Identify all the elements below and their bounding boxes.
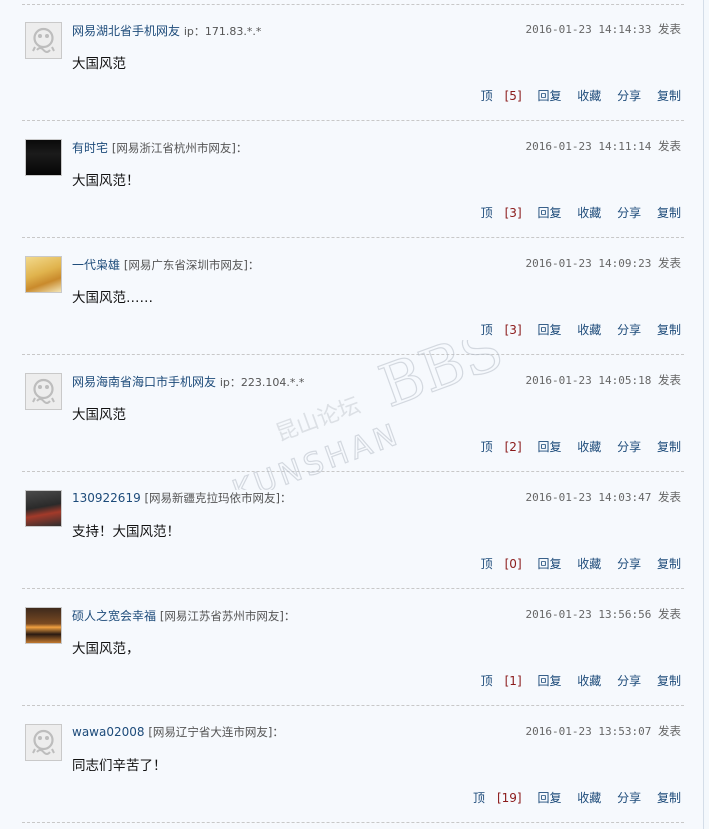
copy-button[interactable]: 复制 (657, 791, 681, 805)
reply-button[interactable]: 回复 (537, 89, 561, 103)
default-avatar-icon (26, 23, 61, 58)
avatar[interactable] (25, 139, 62, 176)
vote-button[interactable]: 顶 [2] (469, 440, 522, 454)
comment-author-line: wawa02008 [网易辽宁省大连市网友]： (72, 724, 284, 740)
comment-divider (22, 822, 684, 823)
comment-actions: 顶 [5] 回复 收藏 分享 复制 (457, 87, 681, 104)
share-button[interactable]: 分享 (617, 206, 641, 220)
post-time: 2016-01-23 14:11:14 发表 (525, 139, 681, 153)
comment-actions: 顶 [2] 回复 收藏 分享 复制 (457, 438, 681, 455)
post-time: 2016-01-23 14:09:23 发表 (525, 256, 681, 270)
favorite-button[interactable]: 收藏 (577, 674, 601, 688)
author-location: [网易浙江省杭州市网友]： (111, 141, 248, 155)
comment-author-line: 网易海南省海口市手机网友 ip：223.104.*.* (72, 373, 304, 390)
comment-content: 大国风范 (72, 56, 126, 72)
vote-button[interactable]: 顶 [5] (469, 89, 522, 103)
share-button[interactable]: 分享 (617, 89, 641, 103)
avatar[interactable] (25, 22, 62, 59)
vote-button[interactable]: 顶 [3] (469, 323, 522, 337)
author-location: [网易新疆克拉玛依市网友]： (144, 491, 292, 505)
copy-button[interactable]: 复制 (657, 674, 681, 688)
vote-button[interactable]: 顶 [3] (469, 206, 522, 220)
comment-author-line: 网易湖北省手机网友 ip：171.83.*.* (72, 22, 261, 39)
author-name[interactable]: 硕人之宽会幸福 (72, 609, 156, 623)
avatar[interactable] (25, 724, 62, 761)
comment-panel: 网易湖北省手机网友 ip：171.83.*.* 2016-01-23 14:14… (0, 0, 704, 829)
comment-item: 网易湖北省手机网友 ip：171.83.*.* 2016-01-23 14:14… (22, 4, 684, 121)
post-time: 2016-01-23 13:53:07 发表 (525, 724, 681, 738)
comment-item: 有时宅 [网易浙江省杭州市网友]： 2016-01-23 14:11:14 发表… (22, 121, 684, 238)
reply-button[interactable]: 回复 (537, 323, 561, 337)
post-time: 2016-01-23 14:14:33 发表 (525, 22, 681, 36)
author-location: [网易广东省深圳市网友]： (123, 258, 260, 272)
share-button[interactable]: 分享 (617, 674, 641, 688)
comment-content: 大国风范， (72, 641, 140, 657)
share-button[interactable]: 分享 (617, 791, 641, 805)
favorite-button[interactable]: 收藏 (577, 440, 601, 454)
author-ip: ip：171.83.*.* (183, 25, 262, 38)
reply-button[interactable]: 回复 (537, 791, 561, 805)
comment-item: wawa02008 [网易辽宁省大连市网友]： 2016-01-23 13:53… (22, 706, 684, 823)
avatar[interactable] (25, 490, 62, 527)
reply-button[interactable]: 回复 (537, 206, 561, 220)
favorite-button[interactable]: 收藏 (577, 791, 601, 805)
favorite-button[interactable]: 收藏 (577, 89, 601, 103)
share-button[interactable]: 分享 (617, 557, 641, 571)
vote-button[interactable]: 顶 [0] (469, 557, 522, 571)
share-button[interactable]: 分享 (617, 440, 641, 454)
author-name[interactable]: 网易湖北省手机网友 (72, 24, 180, 38)
favorite-button[interactable]: 收藏 (577, 206, 601, 220)
comment-item: 一代枭雄 [网易广东省深圳市网友]： 2016-01-23 14:09:23 发… (22, 238, 684, 355)
comment-author-line: 硕人之宽会幸福 [网易江苏省苏州市网友]： (72, 607, 295, 624)
avatar[interactable] (25, 607, 62, 644)
comment-item: 硕人之宽会幸福 [网易江苏省苏州市网友]： 2016-01-23 13:56:5… (22, 589, 684, 706)
post-time: 2016-01-23 14:03:47 发表 (525, 490, 681, 504)
comment-actions: 顶 [0] 回复 收藏 分享 复制 (457, 555, 681, 572)
default-avatar-icon (26, 374, 61, 409)
comment-item: 130922619 [网易新疆克拉玛依市网友]： 2016-01-23 14:0… (22, 472, 684, 589)
copy-button[interactable]: 复制 (657, 89, 681, 103)
favorite-button[interactable]: 收藏 (577, 557, 601, 571)
comment-actions: 顶 [1] 回复 收藏 分享 复制 (457, 672, 681, 689)
author-location: [网易辽宁省大连市网友]： (148, 725, 284, 739)
comment-author-line: 有时宅 [网易浙江省杭州市网友]： (72, 139, 247, 156)
comment-content: 大国风范…… (72, 290, 153, 306)
default-avatar-icon (26, 725, 61, 760)
copy-button[interactable]: 复制 (657, 557, 681, 571)
comment-author-line: 一代枭雄 [网易广东省深圳市网友]： (72, 256, 259, 273)
reply-button[interactable]: 回复 (537, 440, 561, 454)
author-name[interactable]: 网易海南省海口市手机网友 (72, 375, 216, 389)
author-name[interactable]: wawa02008 (72, 725, 145, 739)
avatar[interactable] (25, 373, 62, 410)
reply-button[interactable]: 回复 (537, 674, 561, 688)
author-name[interactable]: 130922619 (72, 491, 141, 505)
share-button[interactable]: 分享 (617, 323, 641, 337)
vote-button[interactable]: 顶 [1] (469, 674, 522, 688)
reply-button[interactable]: 回复 (537, 557, 561, 571)
author-ip: ip：223.104.*.* (219, 376, 305, 389)
avatar[interactable] (25, 256, 62, 293)
comment-actions: 顶 [3] 回复 收藏 分享 复制 (457, 321, 681, 338)
comment-content: 同志们辛苦了！ (72, 758, 167, 774)
copy-button[interactable]: 复制 (657, 323, 681, 337)
comment-actions: 顶 [19] 回复 收藏 分享 复制 (449, 789, 681, 806)
author-name[interactable]: 有时宅 (72, 141, 108, 155)
comment-item: 网易海南省海口市手机网友 ip：223.104.*.* 2016-01-23 1… (22, 355, 684, 472)
post-time: 2016-01-23 14:05:18 发表 (525, 373, 681, 387)
comment-content: 大国风范 (72, 407, 126, 423)
author-location: [网易江苏省苏州市网友]： (159, 609, 296, 623)
comment-content: 支持！大国风范！ (72, 524, 180, 540)
comment-author-line: 130922619 [网易新疆克拉玛依市网友]： (72, 490, 292, 506)
post-time: 2016-01-23 13:56:56 发表 (525, 607, 681, 621)
author-name[interactable]: 一代枭雄 (72, 258, 120, 272)
favorite-button[interactable]: 收藏 (577, 323, 601, 337)
copy-button[interactable]: 复制 (657, 206, 681, 220)
comment-actions: 顶 [3] 回复 收藏 分享 复制 (457, 204, 681, 221)
copy-button[interactable]: 复制 (657, 440, 681, 454)
comment-content: 大国风范！ (72, 173, 140, 189)
vote-button[interactable]: 顶 [19] (461, 791, 522, 805)
